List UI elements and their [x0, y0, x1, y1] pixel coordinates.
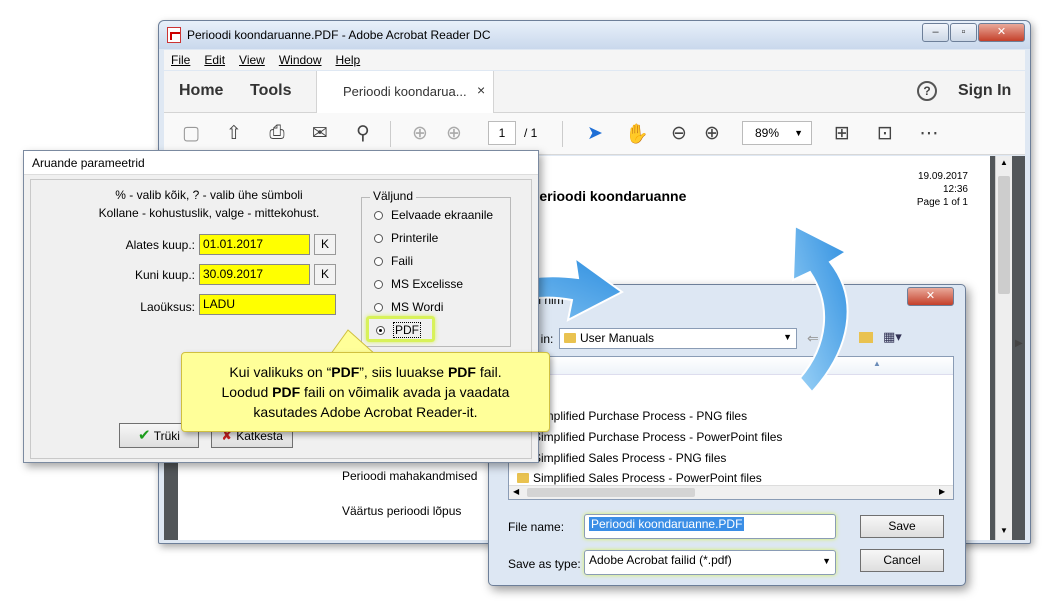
explanation-callout: Kui valikuks on “PDF”, siis luuakse PDF … [181, 352, 550, 432]
callout-pointer [329, 329, 378, 357]
callout-line-2: Loodud PDF faili on võimalik avada ja va… [221, 384, 510, 400]
callout-line-3: kasutades Adobe Acrobat Reader-it. [253, 404, 478, 420]
callout-line-1: Kui valikuks on “PDF”, siis luuakse PDF … [229, 364, 502, 380]
